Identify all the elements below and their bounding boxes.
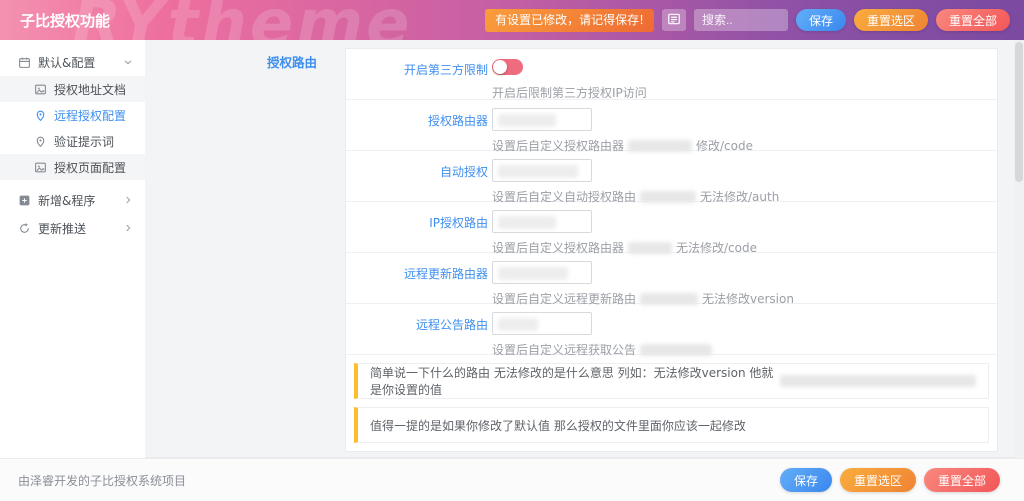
list-icon	[667, 12, 681, 29]
field-label: 远程更新路由器	[403, 267, 488, 281]
redacted-text	[640, 190, 697, 203]
form-row-auto-auth: 自动授权 设置后自定义自动授权路由 无法修改/auth	[346, 151, 997, 204]
page-title: 子比授权功能	[20, 11, 111, 30]
panel-column: 开启第三方限制 开启后限制第三方授权IP访问 授权路由器 设置后自定义授权路由器…	[345, 40, 1014, 457]
field-label: IP授权路由	[429, 216, 488, 230]
redacted-text	[628, 139, 693, 152]
redacted-value	[498, 267, 568, 280]
redacted-value	[498, 165, 578, 178]
redacted-value	[498, 318, 538, 331]
sidebar-item-remote-auth-config[interactable]: 远程授权配置	[0, 102, 145, 128]
auto-auth-input[interactable]	[492, 159, 592, 182]
settings-panel: 开启第三方限制 开启后限制第三方授权IP访问 授权路由器 设置后自定义授权路由器…	[345, 48, 998, 452]
calendar-icon	[18, 56, 31, 69]
form-row-remote-update-router: 远程更新路由器 设置后自定义远程更新路由 无法修改version	[346, 253, 997, 306]
refresh-icon	[18, 222, 31, 235]
location-pin-icon	[34, 109, 47, 122]
sidebar-item-auth-page-config[interactable]: 授权页面配置	[0, 154, 145, 180]
redacted-text	[780, 375, 976, 387]
sidebar: 默认&配置 授权地址文档 远程授权配置 验证提示词 授权页面配置 新增&程序 更…	[0, 40, 145, 458]
plus-square-icon	[18, 194, 31, 207]
sidebar-item-default-config[interactable]: 默认&配置	[0, 48, 145, 76]
sidebar-item-label: 验证提示词	[54, 134, 115, 149]
reset-section-button-footer[interactable]: 重置选区	[839, 468, 916, 492]
sidebar-item-label: 远程授权配置	[54, 108, 127, 123]
field-help: 设置后自定义授权路由器 修改/code	[492, 139, 753, 153]
sidebar-item-add-program[interactable]: 新增&程序	[0, 186, 145, 214]
redacted-value	[498, 114, 556, 127]
search-input[interactable]	[693, 9, 788, 31]
field-help: 设置后自定义授权路由器 无法修改/code	[492, 241, 757, 255]
page: RYtheme 子比授权功能 有设置已修改，请记得保存! 保存 重置选区 重置全…	[0, 0, 1024, 501]
scrollbar-thumb[interactable]	[1015, 42, 1023, 182]
field-label: 开启第三方限制	[403, 63, 488, 77]
field-label: 自动授权	[439, 165, 488, 179]
sidebar-item-label: 授权地址文档	[54, 82, 127, 97]
save-button-footer[interactable]: 保存	[779, 468, 832, 492]
note-default-value: 值得一提的是如果你修改了默认值 那么授权的文件里面你应该一起修改	[354, 407, 989, 443]
reset-all-button-footer[interactable]: 重置全部	[923, 468, 1000, 492]
footer-credit-text: 由泽睿开发的子比授权系统项目	[18, 473, 187, 488]
header: RYtheme 子比授权功能 有设置已修改，请记得保存! 保存 重置选区 重置全…	[0, 0, 1024, 40]
field-label: 远程公告路由	[415, 318, 488, 332]
save-button[interactable]: 保存	[795, 9, 846, 31]
chevron-right-icon	[123, 223, 133, 233]
field-help: 设置后自定义远程获取公告	[492, 341, 997, 358]
chevron-down-icon	[123, 57, 133, 67]
field-help: 设置后自定义远程更新路由 无法修改version	[492, 292, 794, 306]
form-row-remote-notice-route: 远程公告路由 设置后自定义远程获取公告	[346, 304, 997, 358]
sidebar-item-label: 新增&程序	[38, 193, 96, 208]
unsaved-changes-badge: 有设置已修改，请记得保存!	[485, 8, 654, 32]
third-party-limit-toggle[interactable]	[492, 59, 523, 75]
redacted-text	[628, 241, 673, 254]
redacted-text	[640, 292, 699, 305]
chevron-right-icon	[123, 195, 133, 205]
scrollbar[interactable]	[1014, 40, 1024, 458]
sidebar-item-label: 授权页面配置	[54, 160, 127, 175]
reset-all-button[interactable]: 重置全部	[935, 9, 1010, 31]
settings-list-button[interactable]	[661, 9, 686, 31]
sidebar-item-update-push[interactable]: 更新推送	[0, 214, 145, 242]
remote-notice-route-input[interactable]	[492, 312, 592, 335]
section-label-column: 授权路由	[145, 40, 345, 457]
field-label: 授权路由器	[427, 114, 488, 128]
section-label: 授权路由	[266, 55, 317, 70]
form-row-ip-auth-route: IP授权路由 设置后自定义授权路由器 无法修改/code	[346, 202, 997, 255]
form-row-third-party-limit: 开启第三方限制 开启后限制第三方授权IP访问	[346, 49, 997, 100]
redacted-value	[498, 216, 556, 229]
sidebar-item-auth-address-doc[interactable]: 授权地址文档	[0, 76, 145, 102]
field-help: 开启后限制第三方授权IP访问	[492, 86, 647, 100]
document-frame-icon	[34, 83, 47, 96]
document-frame-icon	[34, 161, 47, 174]
note-route-explain: 简单说一下什么的路由 无法修改的是什么意思 列如：无法修改version 他就是…	[354, 363, 989, 399]
toggle-knob	[493, 60, 507, 74]
footer: 由泽睿开发的子比授权系统项目 保存 重置选区 重置全部	[0, 458, 1024, 501]
header-actions: 有设置已修改，请记得保存! 保存 重置选区 重置全部	[485, 8, 1010, 32]
remote-update-router-input[interactable]	[492, 261, 592, 284]
location-pin-icon	[34, 135, 47, 148]
sidebar-item-label: 默认&配置	[38, 55, 96, 70]
main-content: 授权路由 开启第三方限制 开启后限制第三方授权IP访问 授权路由器 设置后自定义…	[145, 40, 1014, 458]
redacted-text	[640, 343, 713, 356]
ip-auth-route-input[interactable]	[492, 210, 592, 233]
field-help: 设置后自定义自动授权路由 无法修改/auth	[492, 190, 780, 204]
reset-section-button[interactable]: 重置选区	[853, 9, 928, 31]
sidebar-item-label: 更新推送	[38, 221, 87, 236]
form-row-auth-router: 授权路由器 设置后自定义授权路由器 修改/code	[346, 100, 997, 153]
footer-actions: 保存 重置选区 重置全部	[779, 468, 1000, 492]
auth-router-input[interactable]	[492, 108, 592, 131]
watermark-text: RYtheme	[72, 0, 413, 40]
sidebar-item-verify-prompt[interactable]: 验证提示词	[0, 128, 145, 154]
